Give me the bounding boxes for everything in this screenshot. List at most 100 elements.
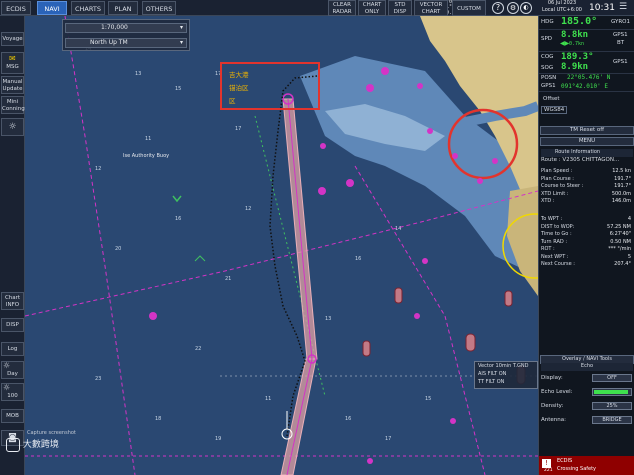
voyage-button[interactable]: Voyage	[1, 32, 24, 46]
std-disp-button[interactable]: STD DISP	[388, 0, 412, 16]
echo-control[interactable]: BRIDGE	[592, 416, 632, 424]
route-name[interactable]: Route : V2305 CHITTAGON...	[541, 157, 633, 164]
ais-vessel[interactable]	[504, 290, 513, 307]
wpt-item-value: 57.25 NM	[607, 223, 631, 230]
day-mode-button[interactable]: ☼ Day	[1, 361, 24, 379]
wpt-item-value: 4	[627, 216, 631, 222]
buoy-mark[interactable]	[450, 418, 456, 424]
buoy-mark[interactable]	[477, 178, 483, 184]
buoy-mark[interactable]	[427, 128, 433, 134]
wpt-item-key: Next WPT :	[541, 253, 569, 260]
clear-radar-l1: CLEAR	[333, 2, 351, 8]
route-line	[287, 98, 313, 360]
buoy-mark[interactable]	[346, 179, 354, 187]
tab-others[interactable]: OTHERS	[142, 1, 176, 15]
alarm-message: Crossing Safety	[557, 466, 597, 472]
buoy-mark[interactable]	[367, 458, 373, 464]
depth-sounding: 16	[345, 416, 352, 422]
manual-update-button[interactable]: Manual Update	[1, 76, 24, 94]
echo-title: Echo	[541, 363, 633, 371]
tab-navi[interactable]: NAVI	[37, 1, 67, 15]
echo-control[interactable]: 25%	[592, 402, 632, 410]
brightness-label: 100	[7, 393, 18, 399]
day-label: Day	[7, 371, 18, 377]
green-buoy-icon	[172, 195, 182, 203]
ais-vessel[interactable]	[394, 287, 403, 304]
ais-vessel[interactable]	[465, 333, 476, 352]
buoy-mark[interactable]	[366, 84, 374, 92]
echo-control[interactable]: OFF	[592, 374, 632, 382]
posn-lat: 22°05.476' N	[567, 74, 611, 81]
brightness-icon[interactable]: ◐	[520, 2, 532, 14]
wpt-item-key: ROT :	[541, 246, 555, 252]
buoy-mark[interactable]	[320, 143, 326, 149]
spd-source: GPS1	[613, 32, 628, 38]
help-icon[interactable]: ?	[492, 2, 504, 14]
buoy-mark[interactable]	[492, 158, 498, 164]
buoy-mark[interactable]	[149, 312, 157, 320]
depth-sounding: 11	[265, 396, 272, 402]
tm-reset-button[interactable]: TM Reset off	[540, 126, 634, 135]
chart-only-button[interactable]: CHART ONLY	[358, 0, 386, 16]
posn-label: POSN	[541, 75, 557, 81]
echo-row-label: Display:	[541, 375, 563, 381]
chevron-down-icon: ▾	[179, 24, 183, 31]
route-item-value: 12.5 kn	[612, 168, 631, 174]
wpt-item-key: Next Course :	[541, 261, 575, 267]
scale-select[interactable]: 1:70,000 ▾	[65, 23, 187, 33]
chart-display[interactable]: 1413151717111216202122231819111617151614…	[25, 16, 538, 475]
depth-sounding: 15	[425, 396, 432, 402]
spd-source-2: BT	[617, 40, 625, 46]
vector-chart-button[interactable]: VECTOR CHART	[414, 0, 448, 16]
buoy-mark[interactable]	[318, 187, 326, 195]
vector-line-2: AIS FILT ON	[478, 371, 507, 377]
alarm-banner[interactable]: ! ECDIS Crossing Safety 221	[539, 456, 634, 475]
settings-gear-icon[interactable]: ⚙	[507, 2, 519, 14]
posn-lon: 091°42.010' E	[561, 83, 608, 90]
depth-sounding: 15	[175, 86, 182, 92]
scale-value: 1:70,000	[101, 24, 128, 31]
vector-info-box[interactable]: Vector 10min T.GND AIS FILT ON TT FILT O…	[474, 361, 538, 389]
echo-row: Display: OFF	[541, 373, 633, 383]
buoy-mark[interactable]	[414, 313, 420, 319]
datum-row: WGS84	[539, 105, 634, 115]
hdg-label: HDG	[541, 19, 554, 25]
route-info-title: Route Information	[541, 149, 633, 157]
settings-icon[interactable]: ☼	[1, 118, 24, 136]
mob-button[interactable]: MOB	[1, 409, 24, 423]
route-item-key: Plan Course :	[541, 175, 574, 182]
top-bar: ECDIS NAVI CHARTS PLAN OTHERS 22°05.476 …	[0, 0, 634, 16]
brightness-100-button[interactable]: ☼ 100	[1, 383, 24, 401]
buoy-mark[interactable]	[452, 153, 458, 159]
custom-button[interactable]: CUSTOM	[452, 0, 486, 16]
mini-conning-button[interactable]: Mini Conning	[1, 96, 25, 114]
route-item-value: 500.0m	[611, 190, 631, 197]
tab-ecdis[interactable]: ECDIS	[1, 1, 31, 15]
msg-label: MSG	[6, 64, 19, 70]
depth-sounding: 20	[115, 246, 122, 252]
std-disp-l2: DISP	[393, 9, 407, 15]
alarm-code: 221	[544, 468, 553, 473]
disp-button[interactable]: DISP	[1, 318, 24, 332]
tab-plan[interactable]: PLAN	[108, 1, 138, 15]
msg-button[interactable]: ✉ MSG	[1, 52, 24, 74]
chart-info-button[interactable]: Chart INFO	[1, 292, 24, 310]
buoy-mark[interactable]	[381, 67, 389, 75]
right-panel: HDG 185.0° GYRO1 SPD 8.8kn 0.7kn ◀▶ GPS1…	[538, 16, 634, 475]
offset-label: Offset	[543, 96, 560, 102]
echo-control[interactable]	[592, 388, 632, 396]
clear-radar-button[interactable]: CLEAR RADAR	[328, 0, 356, 16]
depth-sounding: 18	[155, 416, 162, 422]
tab-charts[interactable]: CHARTS	[71, 1, 105, 15]
log-button[interactable]: Log	[1, 342, 24, 356]
wpt-item-value: *** °/min	[608, 246, 631, 252]
buoy-mark[interactable]	[417, 83, 423, 89]
ais-vessel[interactable]	[362, 340, 371, 357]
route-info-title-text: Route Information	[555, 149, 601, 155]
wreck-icon	[194, 255, 206, 262]
buoy-mark[interactable]	[422, 258, 428, 264]
menu-button[interactable]: MENU	[540, 137, 634, 146]
main-menu-icon[interactable]: ☰	[619, 3, 631, 13]
date-text: 06 Jul 2023	[547, 0, 577, 6]
orientation-select[interactable]: North Up TM ▾	[65, 38, 187, 48]
